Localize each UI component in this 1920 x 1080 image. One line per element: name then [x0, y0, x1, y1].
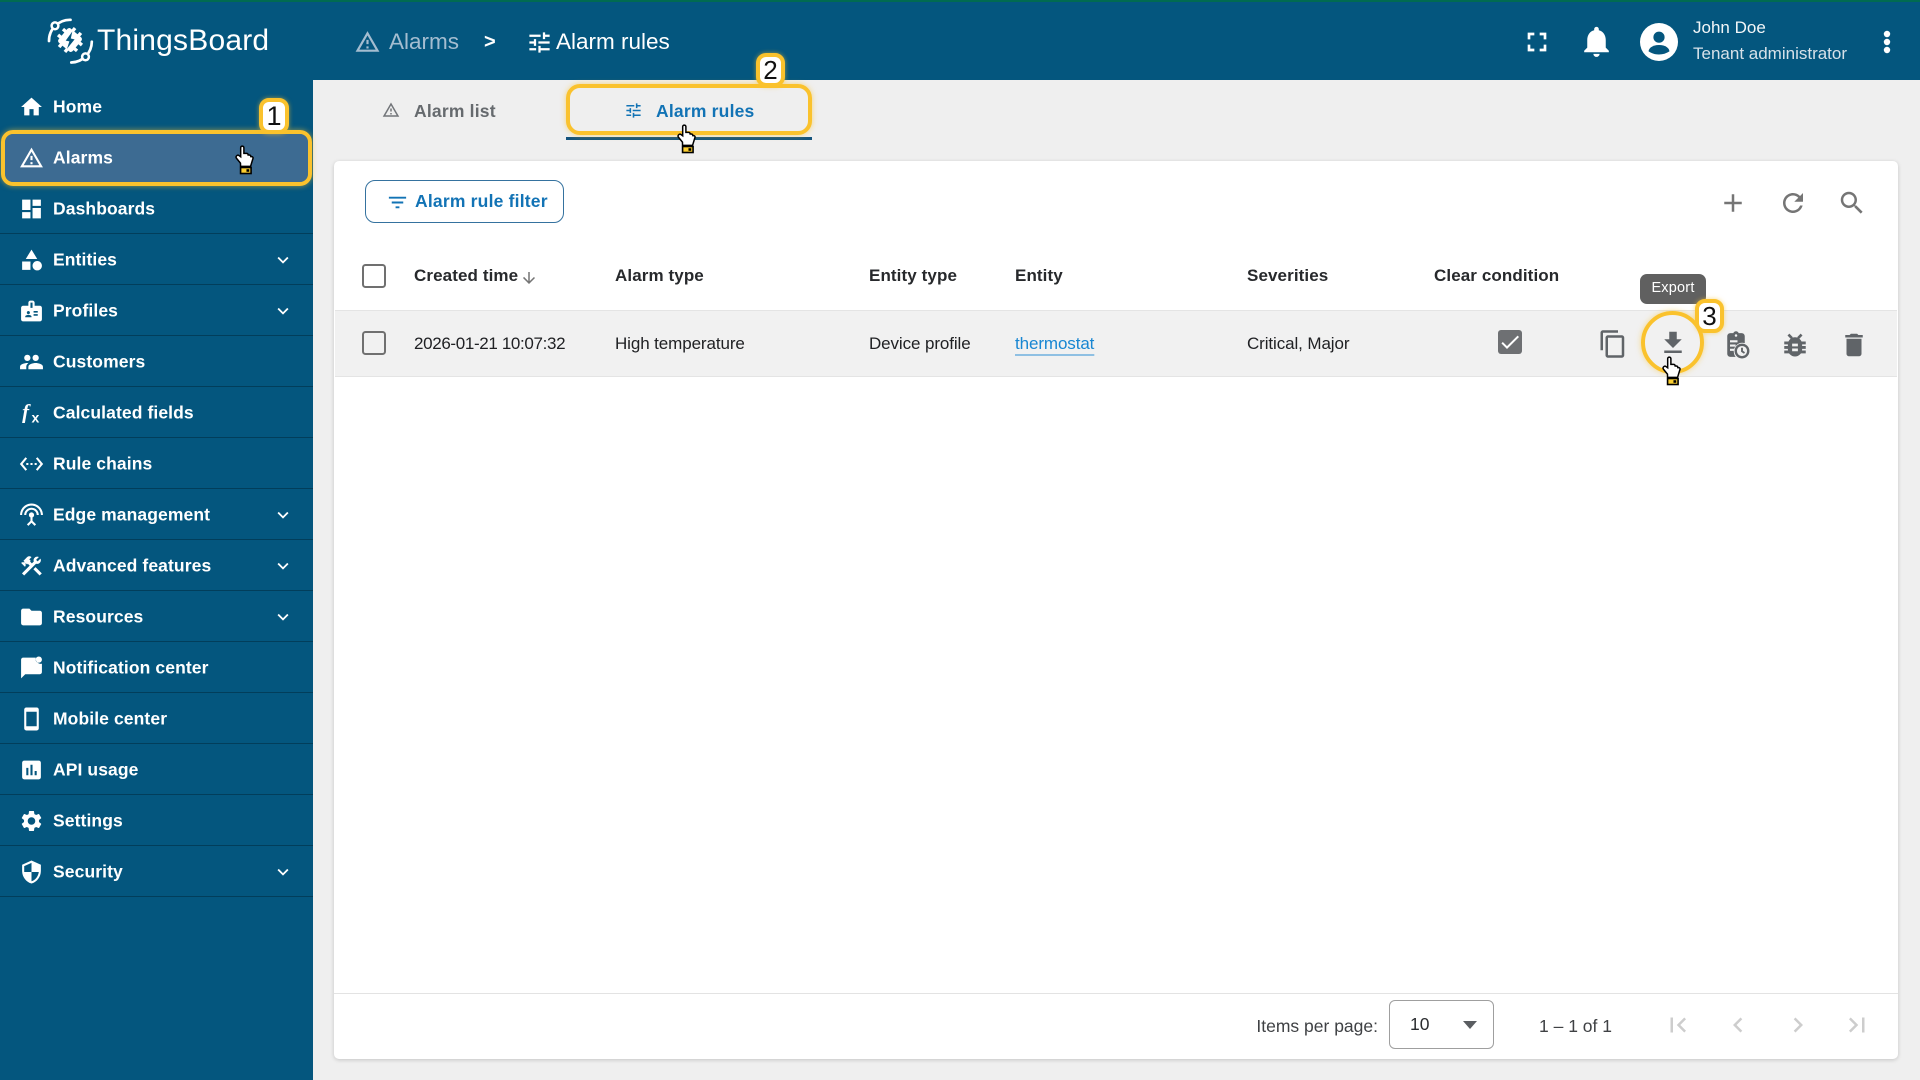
svg-text:f: f — [22, 400, 31, 423]
svg-text:x: x — [32, 409, 40, 425]
